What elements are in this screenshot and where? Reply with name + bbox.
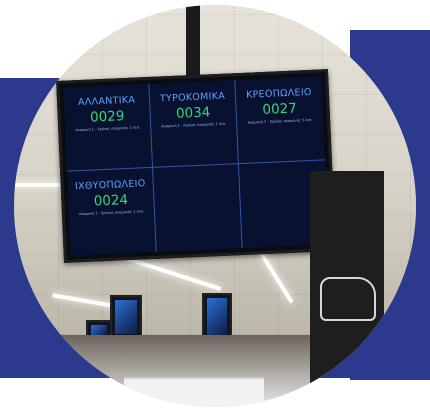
counter	[124, 377, 264, 407]
queue-section: ΚΡΕΟΠΩΛΕΙΟ 0027 Αναμονή 3 · Χρόνος αναμο…	[235, 76, 325, 165]
counter	[54, 387, 114, 407]
queue-section: ΑΛΛΑΝΤΙΚΑ 0029 Αναμονή 1 · Χρόνος αναμον…	[63, 83, 154, 172]
cheese-wheel-icon	[320, 277, 376, 321]
section-caption: Αναμονή 1 · Χρόνος αναμονής 1 λεπ.	[75, 125, 141, 133]
queue-display-screen: ΑΛΛΑΝΤΙΚΑ 0029 Αναμονή 1 · Χρόνος αναμον…	[63, 76, 329, 256]
store-photo: ΑΛΛΑΝΤΙΚΑ 0029 Αναμονή 1 · Χρόνος αναμον…	[14, 5, 416, 407]
section-caption: Αναμονή 1 · Χρόνος αναμονής 1 λεπ.	[161, 121, 227, 129]
background-screen	[202, 293, 232, 341]
section-number: 0024	[93, 192, 129, 210]
section-number: 0027	[262, 100, 298, 119]
background-screen	[110, 295, 142, 339]
empty-section	[153, 164, 243, 252]
section-title: ΙΧΘΥΟΠΩΛΕΙΟ	[74, 178, 146, 193]
section-title: ΚΡΕΟΠΩΛΕΙΟ	[245, 86, 312, 101]
section-number: 0029	[89, 108, 125, 126]
section-title: ΑΛΛΑΝΤΙΚΑ	[77, 94, 136, 109]
queue-section: ΤΥΡΟΚΟΜΙΚΑ 0034 Αναμονή 1 · Χρόνος αναμο…	[149, 80, 239, 168]
tv-mount-pole	[186, 5, 200, 85]
section-title: ΤΥΡΟΚΟΜΙΚΑ	[159, 90, 226, 105]
section-number: 0034	[175, 104, 211, 122]
section-caption: Αναμονή 1 · Χρόνος αναμονής 1 λεπ.	[79, 209, 144, 217]
queue-display-tv: ΑΛΛΑΝΤΙΚΑ 0029 Αναμονή 1 · Χρόνος αναμον…	[56, 69, 336, 263]
queue-section: ΙΧΘΥΟΠΩΛΕΙΟ 0024 Αναμονή 1 · Χρόνος αναμ…	[67, 167, 157, 256]
section-caption: Αναμονή 3 · Χρόνος αναμονής 5 λεπ.	[247, 117, 313, 125]
